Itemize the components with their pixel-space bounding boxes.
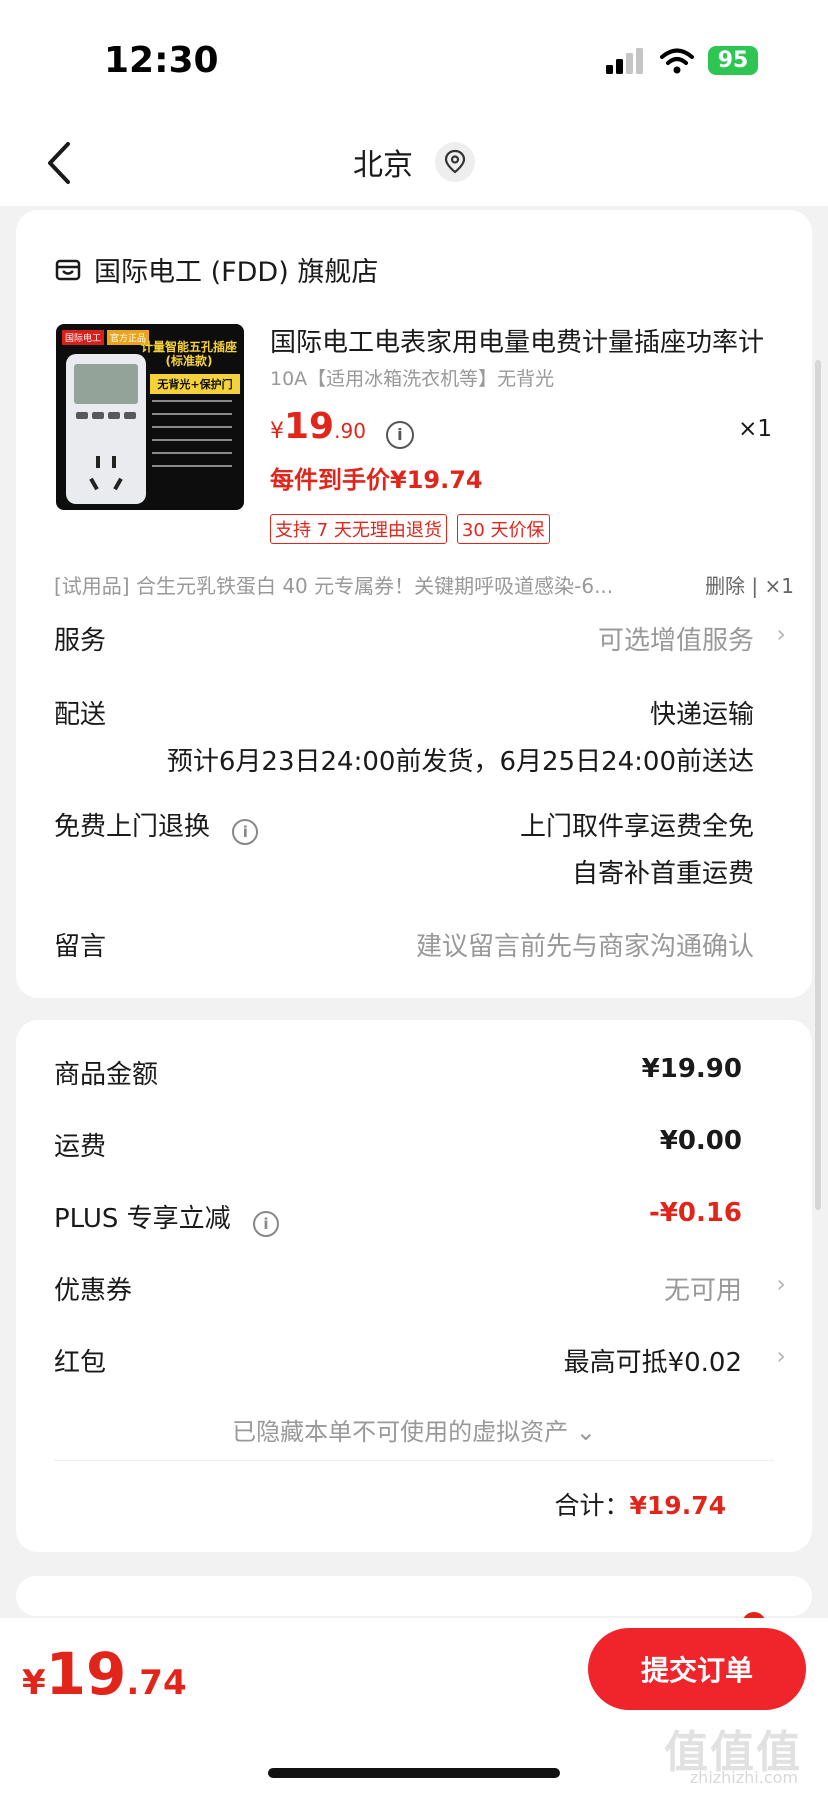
shipping-value: ¥0.00: [659, 1126, 742, 1156]
total-label: 合计：: [554, 1491, 630, 1520]
plus-info-icon[interactable]: i: [252, 1211, 279, 1237]
service-label: 服务: [54, 626, 107, 656]
product-title[interactable]: 国际电工电表家用电量电费计量插座功率计: [270, 322, 790, 359]
plus-discount-label-group: PLUS 专享立减 i: [54, 1198, 279, 1237]
returns-label: 免费上门退换: [54, 812, 211, 842]
bottom-price-symbol: ¥: [22, 1663, 46, 1703]
store-icon: [55, 259, 81, 280]
image-spec-lines: [152, 400, 240, 478]
product-image[interactable]: 国际电工 官方正品 计量智能五孔插座 (标准款) 无背光+保护门: [56, 324, 244, 510]
bottom-total-price: ¥ 19 .74: [22, 1640, 187, 1708]
image-headline: 计量智能五孔插座 (标准款): [140, 340, 237, 368]
scrollbar[interactable]: [815, 360, 821, 1210]
status-bar: 12:30 95: [0, 0, 828, 120]
location-button[interactable]: [435, 142, 475, 182]
net-unit-price: 每件到手价¥19.74: [270, 466, 483, 494]
divider: [54, 1460, 774, 1461]
returns-info-icon[interactable]: i: [232, 819, 259, 845]
bottom-price-decimal: .74: [126, 1663, 187, 1703]
delivery-value: 快递运输 预计6月23日24:00前发货，6月25日24:00前送达: [167, 694, 754, 778]
price-info-icon[interactable]: i: [385, 420, 414, 449]
watermark-url: zhizhizhi.com: [689, 1768, 798, 1787]
returns-value: 上门取件享运费全免 自寄补首重运费: [520, 806, 754, 890]
chevron-right-icon: ›: [776, 1342, 786, 1370]
message-label: 留言: [54, 932, 107, 962]
price-decimal: .90: [334, 419, 366, 443]
total-value: ¥19.74: [629, 1491, 726, 1520]
wifi-icon: [660, 48, 694, 73]
returns-label-group: 免费上门退换 i: [54, 806, 259, 845]
nav-title-location: 北京: [353, 148, 413, 183]
price-summary-card: 商品金额 ¥19.90 运费 ¥0.00 PLUS 专享立减 i -¥0.16 …: [16, 1020, 812, 1552]
store-name: 国际电工 (FDD) 旗舰店: [94, 257, 379, 288]
goods-amount-label: 商品金额: [54, 1060, 159, 1090]
gift-delete-action[interactable]: 删除 | ×1: [705, 570, 794, 599]
order-item-card: 国际电工 (FDD) 旗舰店 国际电工 官方正品 计量智能五孔插座 (标准款) …: [16, 210, 812, 998]
delivery-method: 快递运输: [649, 700, 754, 730]
next-section-card: [16, 1576, 812, 1616]
nav-bar: 北京: [0, 120, 828, 206]
plus-discount-label: PLUS 专享立减: [54, 1204, 231, 1234]
store-row[interactable]: 国际电工 (FDD) 旗舰店: [54, 250, 378, 289]
price-symbol: ¥: [270, 419, 284, 444]
location-pin-icon: [444, 149, 466, 174]
coupon-value: 无可用: [663, 1276, 742, 1306]
coupon-label: 优惠券: [54, 1276, 133, 1306]
red-packet-value: 最高可抵¥0.02: [563, 1348, 742, 1378]
battery-indicator: 95: [708, 46, 758, 75]
tag-7day-return: 支持 7 天无理由退货: [270, 514, 447, 544]
red-packet-label: 红包: [54, 1348, 107, 1378]
plus-discount-value: -¥0.16: [648, 1198, 742, 1228]
returns-line2: 自寄补首重运费: [571, 859, 754, 889]
order-total: 合计：¥19.74: [555, 1486, 727, 1522]
home-indicator[interactable]: [268, 1768, 560, 1778]
gift-item-text: [试用品] 合生元乳铁蛋白 40 元专属券！关键期呼吸道感染-6...: [54, 574, 614, 598]
product-spec[interactable]: 10A【适用冰箱洗衣机等】无背光: [270, 364, 554, 391]
product-tags: 支持 7 天无理由退货 30 天价保: [270, 514, 550, 544]
socket-holes-icon: [89, 456, 123, 491]
chevron-right-icon: ›: [776, 1270, 786, 1298]
delivery-estimate: 预计6月23日24:00前发货，6月25日24:00前送达: [166, 747, 754, 777]
service-value: 可选增值服务: [597, 626, 754, 656]
image-banner: 无背光+保护门: [150, 374, 240, 394]
socket-lcd-display: [74, 364, 138, 404]
returns-line1: 上门取件享运费全免: [519, 812, 754, 842]
message-input[interactable]: 建议留言前先与商家沟通确认: [416, 926, 754, 963]
quantity: ×1: [738, 416, 772, 442]
tag-price-protect: 30 天价保: [456, 514, 550, 544]
image-tag-brand: 国际电工: [62, 330, 105, 345]
submit-order-button[interactable]: 提交订单: [588, 1628, 806, 1710]
status-icons: 95: [606, 46, 758, 75]
status-time: 12:30: [104, 40, 219, 81]
delivery-label: 配送: [54, 700, 107, 730]
nav-title-group: 北京: [0, 140, 828, 184]
chevron-right-icon: ›: [776, 620, 786, 648]
shipping-label: 运费: [54, 1132, 107, 1162]
bottom-price-integer: 19: [45, 1640, 127, 1708]
product-price: ¥ 19 .90 i: [270, 406, 414, 449]
goods-amount-value: ¥19.90: [641, 1054, 742, 1084]
socket-buttons: [76, 412, 136, 420]
price-integer: 19: [284, 406, 335, 447]
socket-illustration: [66, 354, 146, 504]
cellular-signal-icon: [606, 47, 643, 74]
hidden-assets-toggle[interactable]: 已隐藏本单不可使用的虚拟资产 ⌄: [16, 1412, 812, 1447]
